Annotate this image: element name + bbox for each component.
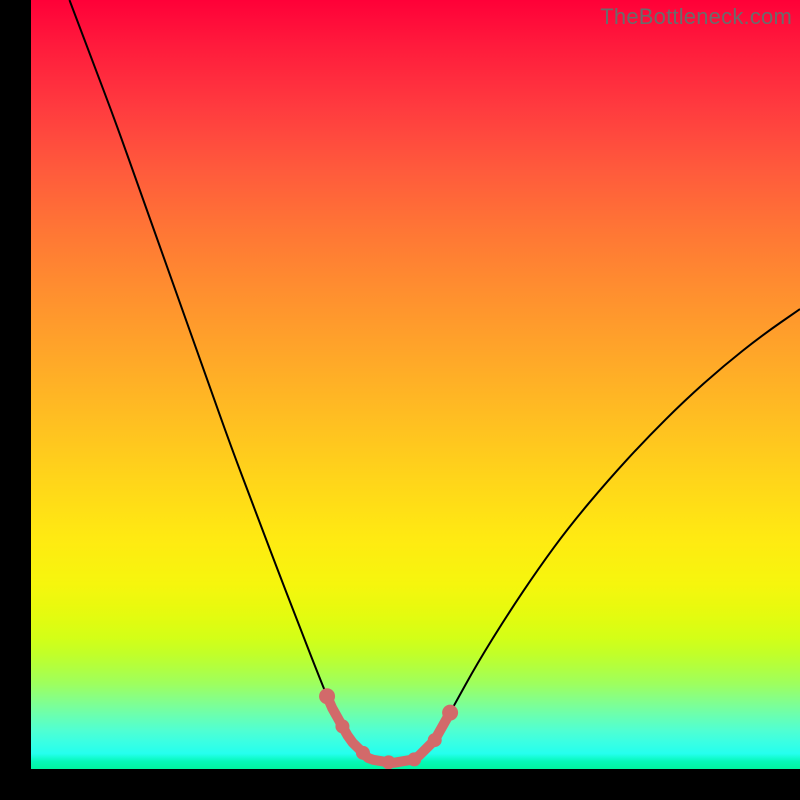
- chart-frame: TheBottleneck.com: [0, 0, 800, 800]
- accent-dot: [407, 752, 421, 766]
- accent-dot: [335, 719, 349, 733]
- accent-segment: [319, 688, 458, 769]
- watermark-text: TheBottleneck.com: [600, 4, 792, 30]
- chart-svg: [31, 0, 800, 769]
- accent-dot: [319, 688, 335, 704]
- accent-dot: [356, 746, 370, 760]
- accent-dot: [382, 755, 396, 769]
- accent-dot: [428, 733, 442, 747]
- accent-dot: [442, 705, 458, 721]
- bottleneck-curve: [69, 0, 800, 762]
- plot-area: TheBottleneck.com: [31, 0, 800, 769]
